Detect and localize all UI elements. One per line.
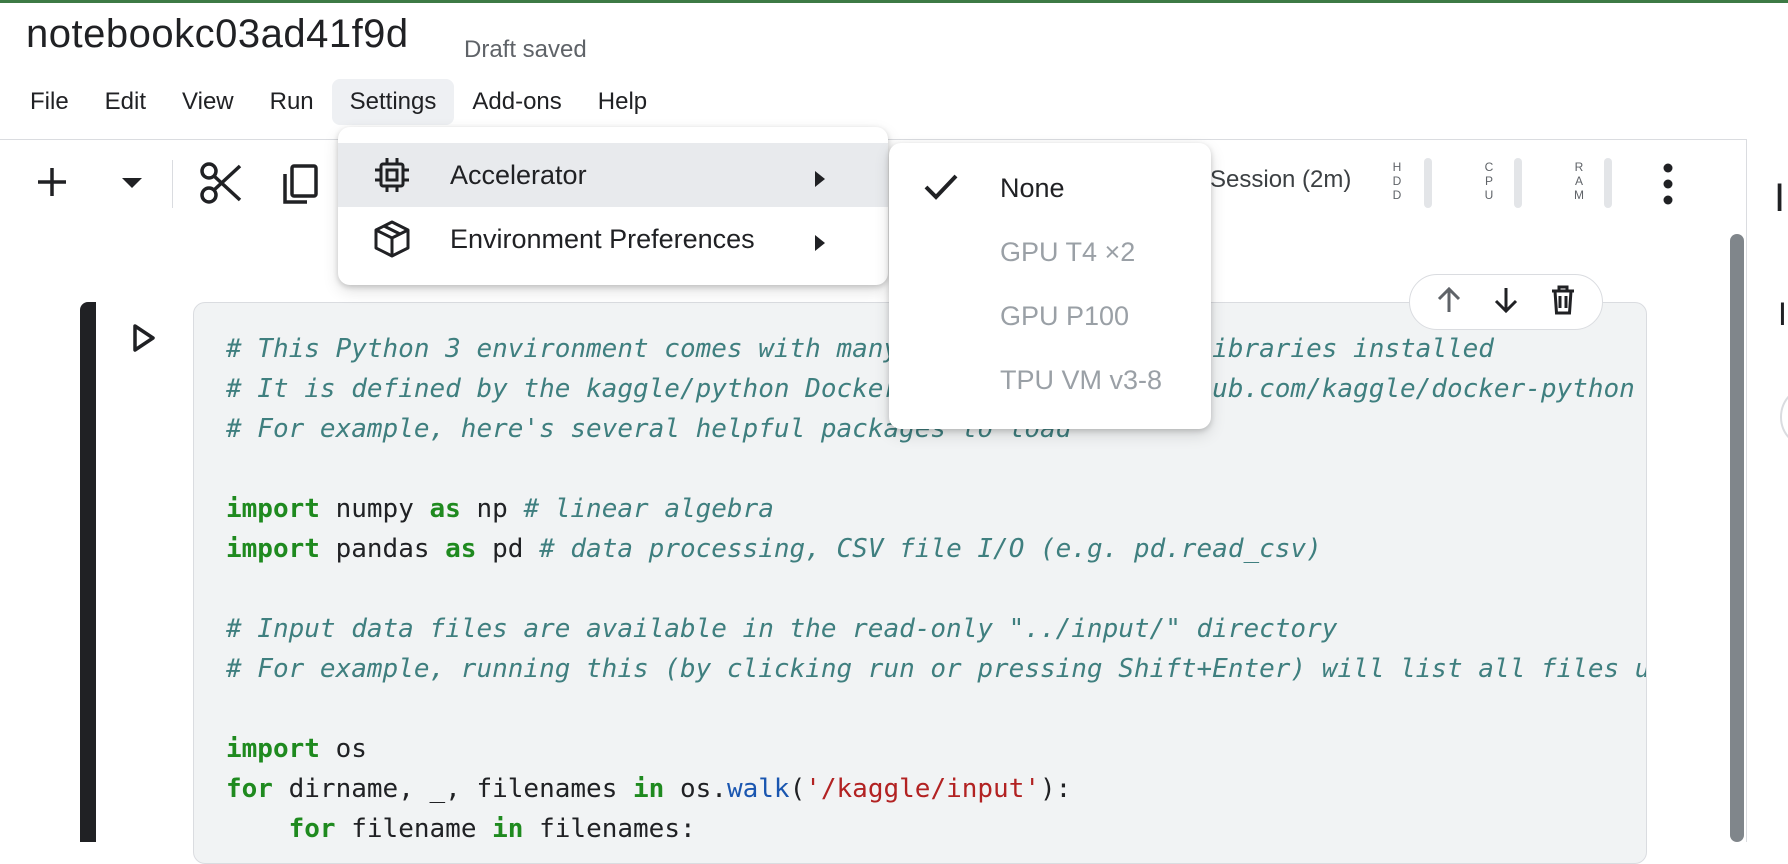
scissors-icon — [200, 162, 242, 204]
copy-icon — [283, 164, 318, 204]
ram-meter-bar — [1604, 158, 1612, 208]
right-panel-button[interactable] — [1780, 385, 1788, 449]
arrow-down-icon — [1494, 287, 1518, 313]
right-panel-text: I — [1774, 176, 1786, 220]
menu-item-label: Environment Preferences — [450, 223, 755, 254]
session-status[interactable]: Session (2m) — [1210, 166, 1351, 194]
accelerator-option-none[interactable]: None — [889, 157, 1211, 221]
top-accent-line — [0, 0, 1788, 3]
code-line: # For example, running this (by clicking… — [226, 654, 1646, 684]
package-icon — [372, 219, 412, 266]
vertical-scrollbar[interactable] — [1730, 234, 1744, 842]
run-cell-button[interactable] — [130, 322, 158, 359]
settings-dropdown: Accelerator Environment Preferences — [338, 127, 888, 285]
cut-button[interactable] — [198, 160, 244, 206]
copy-button[interactable] — [280, 162, 320, 206]
arrow-up-icon — [1437, 286, 1460, 312]
code-line: # This Python 3 environment comes with m… — [226, 334, 1494, 364]
active-cell-indicator — [80, 302, 96, 842]
right-panel-divider — [1746, 139, 1747, 842]
hdd-meter-bar — [1424, 158, 1432, 208]
option-label: None — [1000, 173, 1065, 203]
checkmark-icon — [923, 171, 959, 210]
more-options-button[interactable] — [1654, 158, 1682, 215]
menubar: File Edit View Run Settings Add-ons Help — [12, 78, 665, 126]
caret-down-icon — [122, 178, 142, 188]
hdd-meter-label: H D D — [1392, 160, 1402, 202]
save-status: Draft saved — [464, 36, 587, 63]
accelerator-option-tpu[interactable]: TPU VM v3-8 — [889, 349, 1211, 413]
cell-actions-toolbar — [1409, 274, 1603, 330]
trash-icon — [1552, 285, 1575, 314]
menu-file[interactable]: File — [12, 79, 87, 125]
delete-cell-button[interactable] — [1548, 284, 1578, 321]
menu-addons[interactable]: Add-ons — [454, 79, 579, 125]
menu-item-label: Accelerator — [450, 159, 587, 190]
menu-view[interactable]: View — [164, 79, 252, 125]
accelerator-option-gpu-t4[interactable]: GPU T4 ×2 — [889, 221, 1211, 285]
ram-meter-label: R A M — [1574, 160, 1584, 202]
plus-icon — [38, 168, 66, 196]
cpu-meter-bar — [1514, 158, 1522, 208]
submenu-arrow-icon — [812, 229, 828, 260]
play-icon — [133, 324, 155, 352]
menu-settings[interactable]: Settings — [331, 79, 455, 125]
option-label: GPU T4 ×2 — [1000, 237, 1136, 267]
move-cell-down-button[interactable] — [1491, 284, 1521, 321]
menu-help[interactable]: Help — [580, 79, 665, 125]
option-label: TPU VM v3-8 — [1000, 365, 1163, 395]
submenu-arrow-icon — [812, 165, 828, 196]
cpu-meter-label: C P U — [1484, 160, 1494, 202]
add-cell-button[interactable] — [34, 164, 70, 200]
accelerator-submenu: None GPU T4 ×2 GPU P100 TPU VM v3-8 — [889, 143, 1211, 429]
move-cell-up-button[interactable] — [1434, 284, 1464, 321]
menu-edit[interactable]: Edit — [87, 79, 164, 125]
code-line: # Input data files are available in the … — [226, 614, 1338, 644]
kebab-menu-icon — [1663, 163, 1673, 205]
right-panel-text-2: I — [1778, 296, 1787, 332]
option-label: GPU P100 — [1000, 301, 1130, 331]
menu-item-environment-preferences[interactable]: Environment Preferences — [338, 207, 888, 271]
toolbar-divider — [172, 160, 173, 208]
menu-run[interactable]: Run — [252, 79, 332, 125]
menu-item-accelerator[interactable]: Accelerator — [338, 143, 888, 207]
chip-icon — [372, 155, 412, 202]
accelerator-option-gpu-p100[interactable]: GPU P100 — [889, 285, 1211, 349]
add-cell-dropdown-button[interactable] — [118, 172, 146, 192]
notebook-title[interactable]: notebookc03ad41f9d — [26, 12, 409, 57]
